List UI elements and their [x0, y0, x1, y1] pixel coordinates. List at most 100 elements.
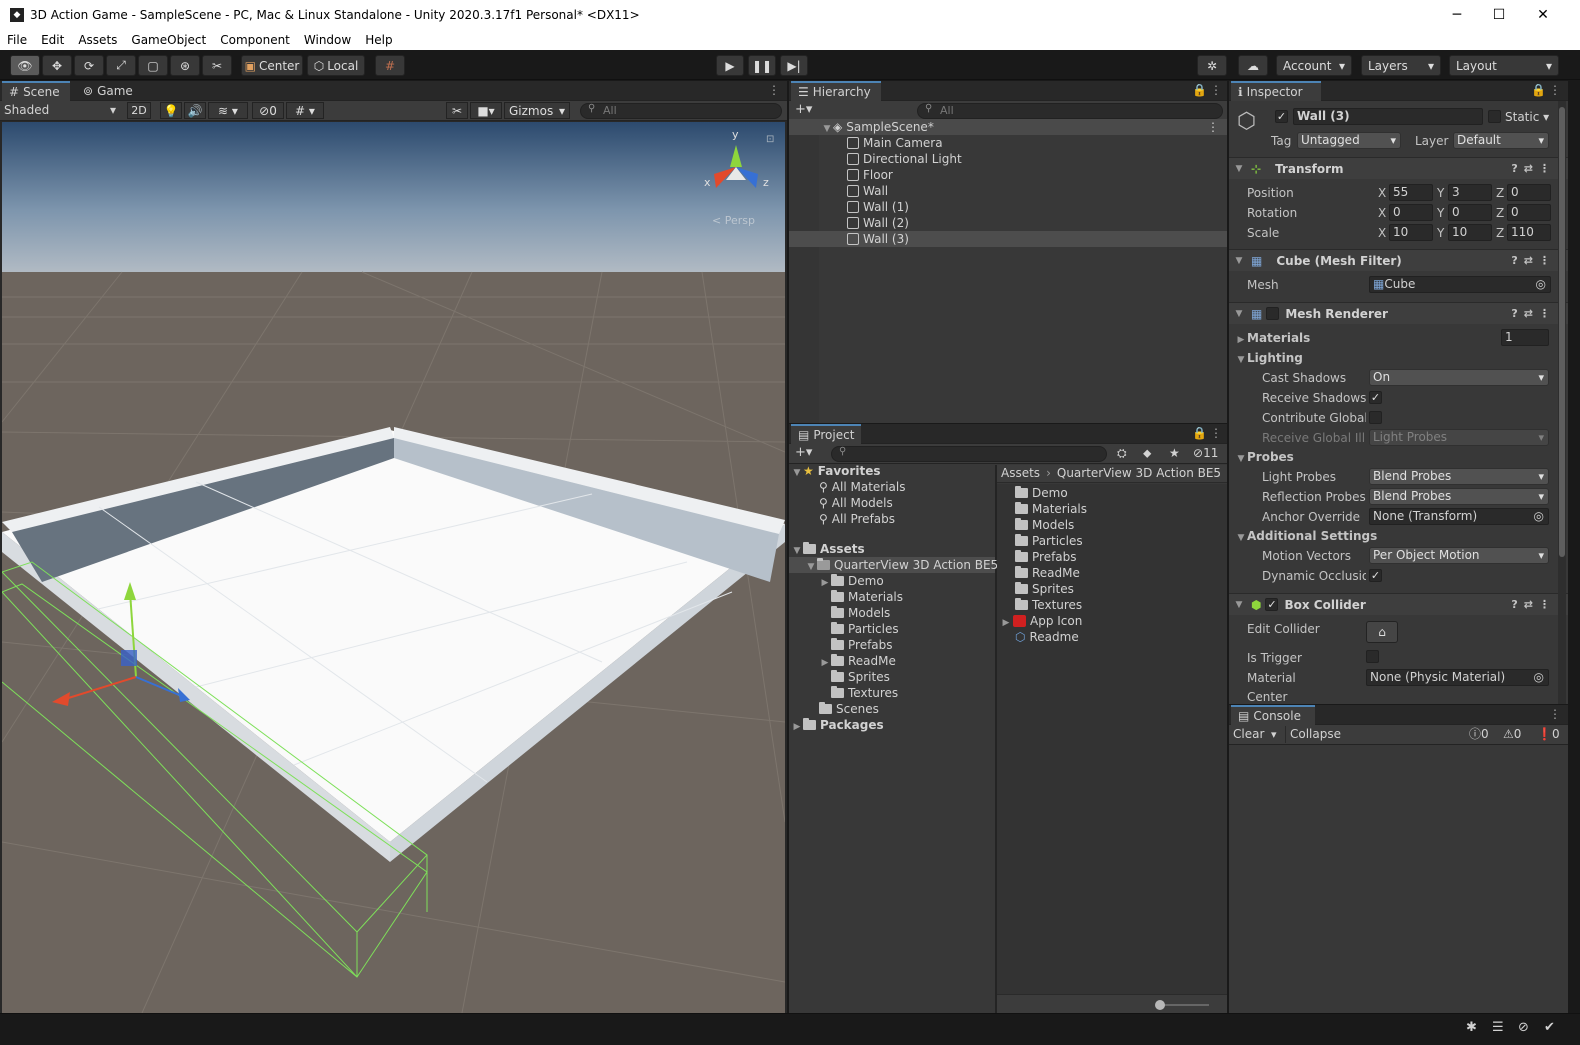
custom-tool-button[interactable]: ✂: [202, 55, 232, 76]
rotation-y-field[interactable]: 0: [1448, 204, 1492, 221]
receive-shadows-checkbox[interactable]: ✓: [1369, 391, 1382, 404]
component-actions[interactable]: ?⇄⋮: [1511, 307, 1556, 320]
hierarchy-item-selected[interactable]: Wall (3): [789, 231, 1227, 247]
expand-arrow-icon[interactable]: ▼: [1233, 164, 1245, 174]
camera-dropdown[interactable]: ■▾: [470, 102, 502, 119]
hierarchy-item[interactable]: Main Camera: [789, 135, 1227, 151]
folder-tree-item[interactable]: Sprites: [789, 669, 995, 685]
persp-label[interactable]: < Persp: [712, 214, 755, 227]
clear-options-dropdown[interactable]: ▾: [1271, 726, 1277, 743]
object-name-field[interactable]: Wall (3): [1293, 108, 1483, 125]
materials-foldout[interactable]: ▶ Materials: [1235, 331, 1311, 345]
favorite-item[interactable]: ⚲ All Models: [789, 495, 995, 511]
scene-tools-button[interactable]: ✂: [446, 102, 468, 119]
position-x-field[interactable]: 55: [1389, 184, 1433, 201]
folder-tree-item[interactable]: Models: [789, 605, 995, 621]
folder-tree-item[interactable]: Scenes: [789, 701, 995, 717]
component-actions[interactable]: ?⇄⋮: [1511, 598, 1556, 611]
folder-tree-item-selected[interactable]: ▼ QuarterView 3D Action BE5: [789, 557, 998, 573]
scale-y-field[interactable]: 10: [1448, 224, 1492, 241]
collab-button[interactable]: ✲: [1197, 55, 1227, 76]
menu-component[interactable]: Component: [213, 33, 297, 47]
rotation-z-field[interactable]: 0: [1507, 204, 1551, 221]
collider-material-field[interactable]: None (Physic Material) ◎: [1366, 669, 1549, 686]
lock-icon[interactable]: 🔒: [1192, 83, 1207, 97]
menu-assets[interactable]: Assets: [71, 33, 124, 47]
folder-tree-item[interactable]: ▶ Demo: [789, 573, 995, 589]
mesh-object-field[interactable]: ▦Cube ◎: [1369, 276, 1551, 293]
transform-header[interactable]: ▼ ⊹ Transform ?⇄⋮: [1229, 157, 1568, 179]
project-more-icon[interactable]: ⋮: [1210, 426, 1222, 440]
mesh-filter-header[interactable]: ▼ ▦ Cube (Mesh Filter) ?⇄⋮: [1229, 249, 1568, 271]
static-dropdown[interactable]: Static ▾: [1505, 110, 1549, 124]
packages-root-item[interactable]: ▶ Packages: [789, 717, 995, 733]
expand-arrow-icon[interactable]: ▼: [1235, 454, 1247, 464]
asset-item[interactable]: ▶ App Icon: [997, 613, 1227, 629]
hidden-objects-toggle[interactable]: ⊘ 0: [252, 102, 284, 119]
audio-toggle[interactable]: 🔊: [184, 102, 206, 119]
cast-shadows-dropdown[interactable]: On: [1369, 369, 1549, 386]
maximize-button[interactable]: ☐: [1476, 0, 1522, 30]
effects-dropdown[interactable]: ≋ ▾: [208, 102, 248, 119]
folder-tree-item[interactable]: Particles: [789, 621, 995, 637]
component-actions[interactable]: ?⇄⋮: [1511, 162, 1556, 175]
mesh-renderer-header[interactable]: ▼ ▦ Mesh Renderer ?⇄⋮: [1229, 302, 1568, 324]
pause-button[interactable]: ❚❚: [748, 55, 776, 76]
box-collider-header[interactable]: ▼ ⬢ ✓ Box Collider ?⇄⋮: [1229, 593, 1568, 615]
expand-arrow-icon[interactable]: ▼: [1233, 256, 1245, 266]
cloud-button[interactable]: ☁: [1238, 55, 1268, 76]
hidden-packages-toggle[interactable]: ⊘11: [1193, 446, 1218, 460]
step-button[interactable]: ▶|: [780, 55, 808, 76]
hierarchy-item[interactable]: Wall (2): [789, 215, 1227, 231]
folder-tree-item[interactable]: Prefabs: [789, 637, 995, 653]
scale-tool-button[interactable]: ⤢: [106, 55, 136, 76]
hierarchy-item[interactable]: Wall (1): [789, 199, 1227, 215]
asset-item[interactable]: ⬡ Readme: [997, 629, 1227, 645]
object-picker-icon[interactable]: ◎: [1536, 277, 1546, 292]
icon-size-slider-thumb[interactable]: [1155, 1000, 1165, 1010]
error-toggle[interactable]: ❗0: [1537, 726, 1560, 743]
folder-tree-item[interactable]: Textures: [789, 685, 995, 701]
hierarchy-item[interactable]: Floor: [789, 167, 1227, 183]
anchor-override-field[interactable]: None (Transform) ◎: [1369, 508, 1549, 525]
menu-gameobject[interactable]: GameObject: [124, 33, 213, 47]
tab-console[interactable]: ▤ Console: [1231, 705, 1315, 725]
asset-item[interactable]: Textures: [997, 597, 1227, 613]
reflection-probes-dropdown[interactable]: Blend Probes: [1369, 488, 1549, 505]
lighting-foldout[interactable]: ▼ Lighting: [1235, 351, 1303, 365]
console-more-icon[interactable]: ⋮: [1549, 707, 1561, 721]
move-tool-button[interactable]: ✥: [42, 55, 72, 76]
contribute-gi-checkbox[interactable]: [1369, 411, 1382, 424]
create-dropdown[interactable]: +▾: [795, 102, 812, 117]
component-actions[interactable]: ?⇄⋮: [1511, 254, 1556, 267]
gizmos-dropdown[interactable]: Gizmos ▾: [504, 102, 570, 119]
rect-tool-button[interactable]: ▢: [138, 55, 168, 76]
assets-root-item[interactable]: ▼ Assets: [789, 541, 995, 557]
tab-inspector[interactable]: ℹ Inspector: [1231, 81, 1321, 101]
expand-arrow-icon[interactable]: ▶: [791, 719, 803, 735]
debug-mode-icon[interactable]: ✱: [1466, 1020, 1477, 1035]
object-picker-icon[interactable]: ◎: [1534, 509, 1544, 524]
layout-dropdown[interactable]: Layout ▾: [1449, 55, 1559, 76]
hierarchy-search-input[interactable]: All: [917, 103, 1223, 119]
lock-icon[interactable]: 🔒: [1531, 83, 1546, 97]
shading-mode-dropdown[interactable]: Shaded ▾: [4, 102, 118, 119]
favorite-item[interactable]: ⚲ All Materials: [789, 479, 995, 495]
toggle-2d-button[interactable]: 2D: [127, 102, 151, 119]
clear-button[interactable]: Clear: [1233, 726, 1264, 743]
collapse-button[interactable]: Collapse: [1285, 726, 1341, 743]
create-asset-dropdown[interactable]: +▾: [795, 445, 812, 460]
active-checkbox[interactable]: ✓: [1275, 110, 1288, 123]
inspector-scrollbar[interactable]: [1558, 101, 1566, 704]
pivot-center-button[interactable]: ▣ Center: [241, 55, 303, 76]
expand-arrow-icon[interactable]: ▼: [1233, 600, 1245, 610]
lighting-toggle[interactable]: 💡: [160, 102, 182, 119]
scale-z-field[interactable]: 110: [1507, 224, 1551, 241]
minimize-button[interactable]: ─: [1434, 0, 1480, 30]
mesh-renderer-enabled-checkbox[interactable]: [1266, 307, 1280, 320]
light-probes-dropdown[interactable]: Blend Probes: [1369, 468, 1549, 485]
play-button[interactable]: ▶: [716, 55, 744, 76]
favorite-star-icon[interactable]: ★: [1169, 446, 1180, 460]
edit-collider-button[interactable]: ⌂: [1366, 621, 1398, 643]
favorite-item[interactable]: ⚲ All Prefabs: [789, 511, 995, 527]
